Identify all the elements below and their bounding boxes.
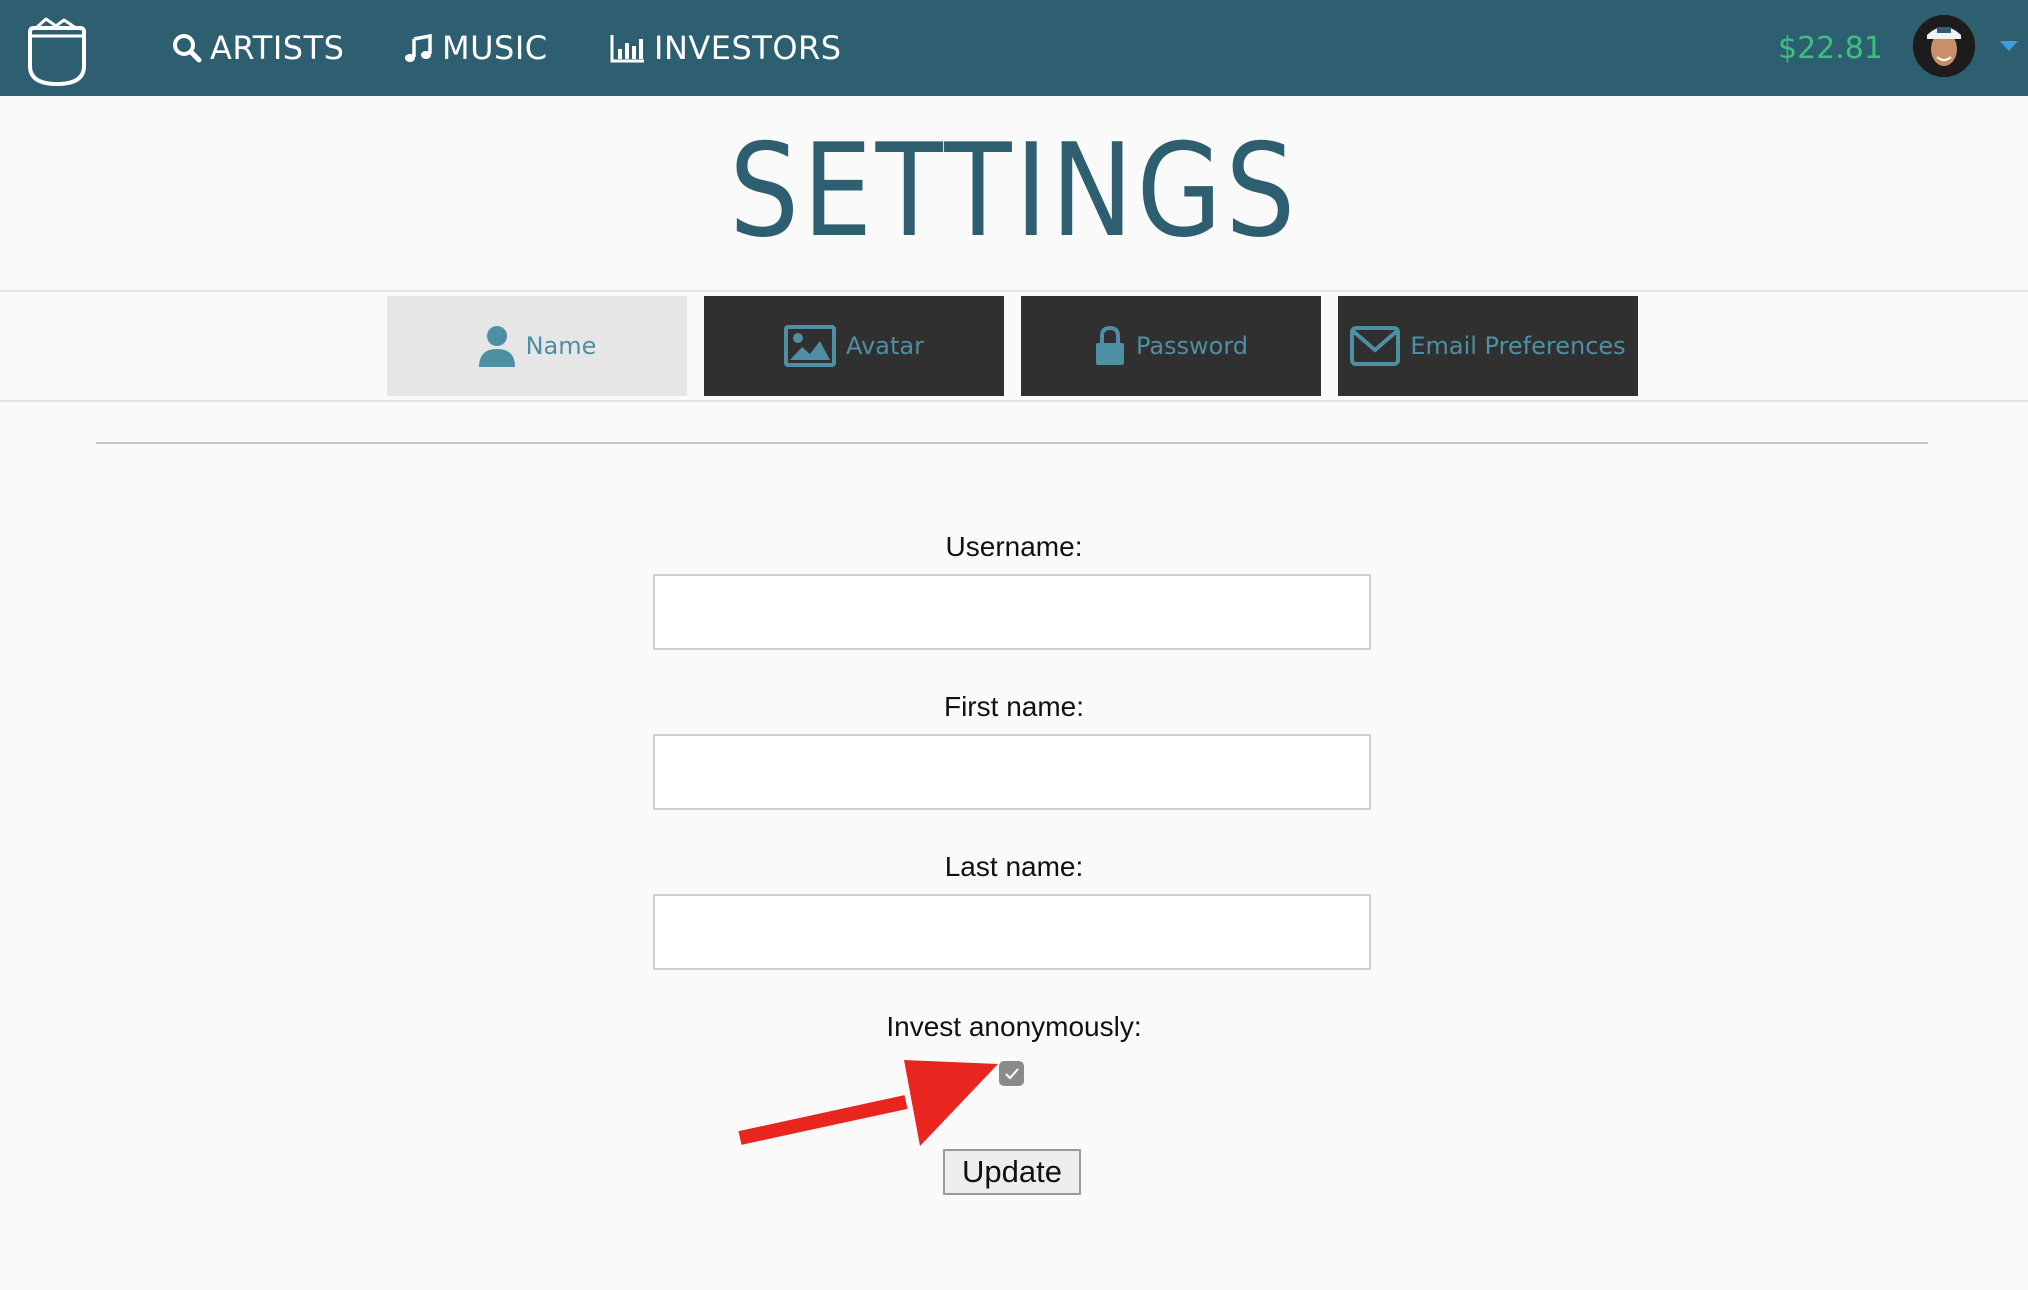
tab-name-label: Name [525, 332, 597, 360]
update-button[interactable]: Update [943, 1149, 1081, 1195]
username-label: Username: [945, 531, 1083, 562]
header-rule-top [0, 290, 2028, 292]
search-icon [173, 34, 202, 63]
tab-avatar-label: Avatar [846, 332, 924, 360]
pocket-logo-icon[interactable] [26, 16, 88, 88]
bar-chart-icon [610, 35, 644, 63]
page-title: SETTINGS [729, 117, 1299, 266]
invest-anonymously-label: Invest anonymously: [886, 1011, 1142, 1042]
username-input[interactable] [653, 574, 1371, 650]
envelope-icon [1350, 326, 1401, 366]
first-name-label: First name: [943, 691, 1085, 722]
tab-email-preferences-label: Email Preferences [1410, 332, 1626, 360]
tab-email-preferences[interactable]: Email Preferences [1338, 296, 1638, 396]
tab-avatar[interactable]: Avatar [704, 296, 1004, 396]
tab-password-label: Password [1135, 332, 1249, 360]
red-arrow-annotation [738, 1060, 998, 1146]
nav-investors-label: INVESTORS [654, 29, 842, 67]
last-name-input[interactable] [653, 894, 1371, 970]
nav-music[interactable]: MUSIC [404, 0, 548, 96]
chevron-down-icon[interactable] [1998, 38, 2020, 54]
header-rule-bottom [0, 400, 2028, 402]
nav-artists[interactable]: ARTISTS [172, 0, 344, 96]
user-icon [478, 326, 515, 367]
tab-password[interactable]: Password [1021, 296, 1321, 396]
nav-artists-label: ARTISTS [210, 29, 345, 67]
top-navigation-bar: ARTISTS MUSIC INVESTORS $22.81 [0, 0, 2028, 96]
tab-name[interactable]: Name [387, 296, 687, 396]
user-avatar[interactable] [1913, 15, 1975, 77]
invest-anonymously-checkbox[interactable] [999, 1061, 1024, 1086]
image-icon [784, 325, 837, 367]
first-name-input[interactable] [653, 734, 1371, 810]
music-note-icon [405, 33, 432, 62]
lock-icon [1095, 325, 1124, 365]
last-name-label: Last name: [944, 851, 1084, 882]
account-balance[interactable]: $22.81 [1778, 0, 1883, 96]
nav-investors[interactable]: INVESTORS [610, 0, 842, 96]
check-icon [1004, 1067, 1019, 1079]
avatar-image [1913, 15, 1975, 77]
nav-music-label: MUSIC [442, 29, 548, 67]
section-divider [96, 442, 1928, 444]
